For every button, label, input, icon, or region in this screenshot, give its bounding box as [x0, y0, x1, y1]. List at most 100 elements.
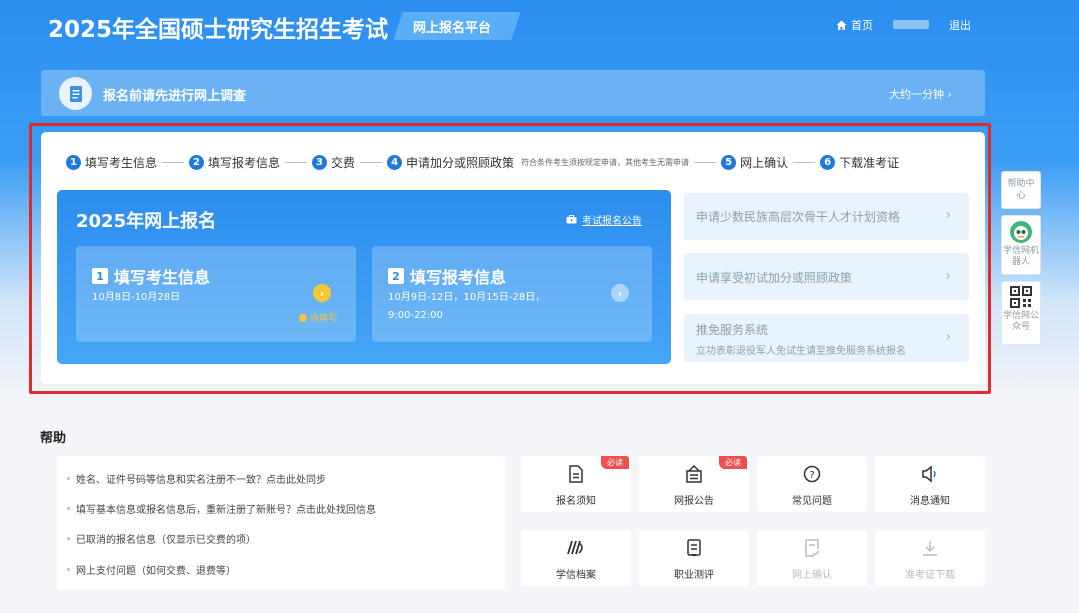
card2-title[interactable]: 2 填写报考信息 [388, 264, 506, 288]
tile-label: 消息通知 [910, 496, 950, 507]
svg-text:?: ? [809, 470, 814, 481]
card1-date: 10月8日-10月28日 [92, 292, 181, 303]
home-link[interactable]: 首页 [836, 17, 873, 33]
robot-icon [1010, 221, 1032, 243]
tile-label: 报名须知 [556, 496, 596, 507]
help-link-recover-info[interactable]: 填写基本信息或报名信息后，重新注册了新账号？点击此处找回信息 [67, 501, 376, 516]
step-label: 网上确认 [740, 155, 789, 170]
step-number: 1 [66, 154, 81, 170]
help-section-title: 帮助 [40, 431, 67, 446]
logout-link[interactable]: 退出 [949, 17, 971, 33]
step-6: 6 下载准考证 [820, 154, 899, 171]
step-label: 填写考生信息 [85, 155, 158, 170]
bullet-icon [67, 537, 70, 540]
survey-time[interactable]: 大约一分钟 › [889, 86, 952, 102]
tile-label: 学信档案 [556, 570, 596, 581]
chevron-right-icon: › [945, 329, 951, 345]
chevron-right-icon: › [945, 268, 951, 284]
help-center-button[interactable]: 帮助中心 [1001, 171, 1041, 209]
wechat-account-button[interactable]: 学信网公众号 [1001, 281, 1041, 345]
step-number: 6 [820, 154, 836, 170]
recommendation-system-option[interactable]: 推免服务系统 立功表彰退役军人免试生请至推免服务系统报名 › [684, 314, 969, 362]
survey-icon [59, 77, 92, 110]
option-label: 申请享受初试加分或照顾政策 [696, 271, 853, 285]
tile-online-confirm[interactable]: 网上确认 [757, 530, 867, 586]
help-link-payment[interactable]: 网上支付问题（如何交费、退费等） [67, 562, 236, 577]
card2-date-line1: 10月9日-12日，10月15日-28日， [388, 292, 546, 303]
step-2: 2 填写报考信息 [189, 154, 280, 171]
chatbot-label: 学信网机器人 [1002, 246, 1039, 267]
card2-arrow-icon[interactable]: › [611, 284, 629, 302]
card2-label: 填写报考信息 [410, 268, 507, 287]
question-icon: ? [757, 465, 867, 488]
step-4: 4 申请加分或照顾政策 符合条件考生须按规定申请，其他考生无需申请 [387, 154, 689, 171]
user-name-masked [893, 20, 929, 29]
step-progress: 1 填写考生信息 2 填写报考信息 3 交费 4 申请加分或照顾政策 符合条件考生须按规定… [66, 152, 966, 172]
step-connector [162, 161, 185, 163]
card2-number: 2 [388, 268, 404, 284]
survey-text[interactable]: 报名前请先进行网上调查 [103, 85, 246, 104]
qr-code-icon [1010, 286, 1032, 308]
help-center-label: 帮助中心 [1007, 179, 1035, 201]
announcement-icon [639, 464, 749, 488]
tile-faq[interactable]: ? 常见问题 [757, 456, 867, 512]
help-link-label: 已取消的报名信息（仅显示已交费的项） [76, 535, 256, 546]
wechat-label: 学信网公众号 [1002, 311, 1039, 332]
step-note: 符合条件考生须按规定申请，其他考生无需申请 [521, 157, 690, 167]
help-link-label: 填写基本信息或报名信息后，重新注册了新账号？点击此处找回信息 [76, 505, 376, 516]
header: 2025年全国硕士研究生招生考试 网上报名平台 首页 退出 [0, 0, 1079, 52]
tile-notifications[interactable]: 消息通知 [875, 456, 985, 512]
site-title: 2025年全国硕士研究生招生考试 [48, 17, 389, 43]
tile-label: 职业测评 [674, 570, 714, 581]
help-link-cancelled[interactable]: 已取消的报名信息（仅显示已交费的项） [67, 531, 256, 546]
chatbot-button[interactable]: 学信网机器人 [1001, 215, 1041, 275]
step-connector [285, 161, 308, 163]
help-link-list: 姓名、证件号码等信息和实名注册不一致？点击此处同步 填写基本信息或报名信息后，重… [57, 456, 505, 590]
step-label: 申请加分或照顾政策 [406, 155, 515, 170]
step-connector [694, 161, 717, 163]
option-sublabel: 立功表彰退役军人免试生请至推免服务系统报名 [696, 346, 906, 357]
step-number: 4 [387, 154, 403, 170]
option-label: 推免服务系统 [696, 323, 769, 337]
step-number: 3 [312, 154, 328, 170]
tile-career-test[interactable]: 职业测评 [639, 530, 749, 586]
minority-talent-option[interactable]: 申请少数民族高层次骨干人才计划资格 › [684, 193, 969, 240]
help-link-label: 姓名、证件号码等信息和实名注册不一致？点击此处同步 [76, 475, 326, 486]
document-icon [521, 465, 631, 488]
registration-title: 2025年网上报名 [76, 211, 217, 232]
books-icon [521, 539, 631, 560]
bullet-icon [67, 477, 70, 480]
tile-label: 常见问题 [792, 496, 832, 507]
exam-notice-link[interactable]: 考试报名公告 [566, 212, 642, 227]
card1-title[interactable]: 1 填写考生信息 [92, 264, 210, 288]
tile-xuexin-archive[interactable]: 学信档案 [521, 530, 631, 586]
step-number: 2 [189, 154, 205, 170]
card1-status-label: 待填写 [310, 314, 338, 324]
checklist-icon [757, 539, 867, 562]
home-label: 首页 [851, 19, 873, 32]
chevron-right-icon: › [945, 207, 951, 223]
help-link-sync-info[interactable]: 姓名、证件号码等信息和实名注册不一致？点击此处同步 [67, 471, 326, 486]
step-label: 填写报考信息 [208, 155, 281, 170]
tile-announcement[interactable]: 必读 网报公告 [639, 456, 749, 512]
bonus-policy-option[interactable]: 申请享受初试加分或照顾政策 › [684, 253, 969, 300]
home-icon [836, 20, 847, 30]
tile-label: 网上确认 [792, 570, 832, 581]
step-3: 3 交费 [312, 154, 355, 171]
briefcase-icon [566, 215, 577, 224]
tile-admission-ticket[interactable]: 准考证下载 [875, 530, 985, 586]
status-dot-icon [299, 313, 307, 322]
exam-notice-label: 考试报名公告 [582, 216, 642, 227]
platform-label: 网上报名平台 [413, 21, 492, 36]
step-number: 5 [721, 154, 737, 170]
card1-arrow-icon[interactable]: › [313, 284, 331, 302]
card1-label: 填写考生信息 [114, 268, 211, 287]
bullet-icon [67, 507, 70, 510]
tile-label: 准考证下载 [905, 570, 955, 581]
tile-registration-guide[interactable]: 必读 报名须知 [521, 456, 631, 512]
card1-number: 1 [92, 268, 108, 284]
bullet-icon [67, 568, 70, 571]
step-label: 交费 [331, 155, 356, 170]
tile-label: 网报公告 [674, 496, 714, 507]
clipboard-icon [639, 539, 749, 562]
